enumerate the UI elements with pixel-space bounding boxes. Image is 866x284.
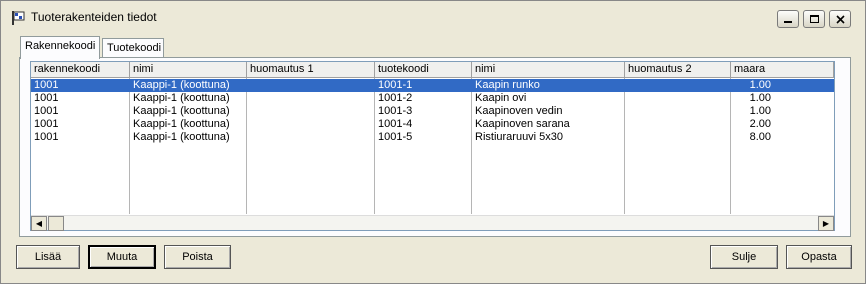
cell-nimi: Kaappi-1 (koottuna) [133,105,230,117]
cell-maara: 1.00 [749,105,771,117]
column-header-huomautus-2[interactable]: huomautus 2 [625,62,731,78]
cell-nimi-2: Ristiuraruuvi 5x30 [475,131,564,143]
cell-tuotekoodi: 1001-2 [378,92,413,104]
maximize-icon [809,15,819,23]
table-row[interactable]: 1001 Kaappi-1 (koottuna) 1001-1 Kaapin r… [31,79,834,92]
close-button[interactable] [829,10,851,28]
app-icon [11,10,25,26]
cell-huomautus-2 [625,79,730,92]
arrow-right-icon: ▶ [822,219,830,228]
tab-rakennekoodi[interactable]: Rakennekoodi [20,36,100,59]
cell-rakennekoodi: 1001 [34,79,59,91]
column-header-rakennekoodi[interactable]: rakennekoodi [31,62,130,78]
cell-huomautus-1 [247,79,374,92]
scroll-right-button[interactable]: ▶ [818,216,834,231]
horizontal-scrollbar[interactable]: ◀ ▶ [31,215,834,231]
cell-nimi: Kaappi-1 (koottuna) [133,131,230,143]
cell-huomautus-1 [247,131,374,144]
cell-tuotekoodi: 1001-3 [378,105,413,117]
close-icon [835,14,845,24]
cell-rakennekoodi: 1001 [34,92,59,104]
column-header-nimi[interactable]: nimi [130,62,247,78]
cell-tuotekoodi: 1001-4 [378,118,413,130]
cell-nimi-2: Kaapin ovi [475,92,527,104]
cell-rakennekoodi: 1001 [34,131,59,143]
cell-maara: 1.00 [749,92,771,104]
column-header-maara[interactable]: maara [731,62,834,78]
table-row[interactable]: 1001 Kaappi-1 (koottuna) 1001-4 Kaapinov… [31,118,834,131]
minimize-icon [784,21,792,23]
data-grid[interactable]: rakennekoodi nimi huomautus 1 tuotekoodi… [30,61,835,231]
add-button[interactable]: Lisää [16,245,80,269]
help-button[interactable]: Opasta [786,245,852,269]
column-header-nimi-2[interactable]: nimi [472,62,625,78]
arrow-left-icon: ◀ [35,219,43,228]
column-header-tuotekoodi[interactable]: tuotekoodi [375,62,472,78]
table-row[interactable]: 1001 Kaappi-1 (koottuna) 1001-5 Ristiura… [31,131,834,144]
cell-nimi-2: Kaapin runko [475,79,540,91]
cell-nimi-2: Kaapinoven vedin [475,105,563,117]
window-title: Tuoterakenteiden tiedot [31,10,157,24]
cell-huomautus-1 [247,118,374,131]
cell-maara: 8.00 [749,131,771,143]
cell-huomautus-1 [247,105,374,118]
cell-nimi: Kaappi-1 (koottuna) [133,118,230,130]
table-row[interactable]: 1001 Kaappi-1 (koottuna) 1001-3 Kaapinov… [31,105,834,118]
cell-tuotekoodi: 1001-5 [378,131,413,143]
column-header-huomautus-1[interactable]: huomautus 1 [247,62,375,78]
minimize-button[interactable] [777,10,799,28]
cell-nimi-2: Kaapinoven sarana [475,118,570,130]
cell-huomautus-2 [625,131,730,144]
edit-button[interactable]: Muuta [88,245,156,269]
cell-nimi: Kaappi-1 (koottuna) [133,79,230,91]
cell-tuotekoodi: 1001-1 [378,79,413,91]
cell-huomautus-1 [247,92,374,105]
cell-maara: 1.00 [749,79,771,91]
delete-button[interactable]: Poista [164,245,231,269]
cell-huomautus-2 [625,92,730,105]
close-dialog-button[interactable]: Sulje [710,245,778,269]
cell-huomautus-2 [625,118,730,131]
cell-rakennekoodi: 1001 [34,118,59,130]
tab-tuotekoodi[interactable]: Tuotekoodi [102,38,164,58]
scroll-thumb[interactable] [48,216,64,231]
maximize-button[interactable] [803,10,825,28]
cell-huomautus-2 [625,105,730,118]
scroll-left-button[interactable]: ◀ [31,216,47,231]
main-window: Tuoterakenteiden tiedot Rakennekoodi Tuo… [0,0,866,284]
title-bar: Tuoterakenteiden tiedot [1,1,865,35]
cell-nimi: Kaappi-1 (koottuna) [133,92,230,104]
cell-maara: 2.00 [749,118,771,130]
table-row[interactable]: 1001 Kaappi-1 (koottuna) 1001-2 Kaapin o… [31,92,834,105]
cell-rakennekoodi: 1001 [34,105,59,117]
